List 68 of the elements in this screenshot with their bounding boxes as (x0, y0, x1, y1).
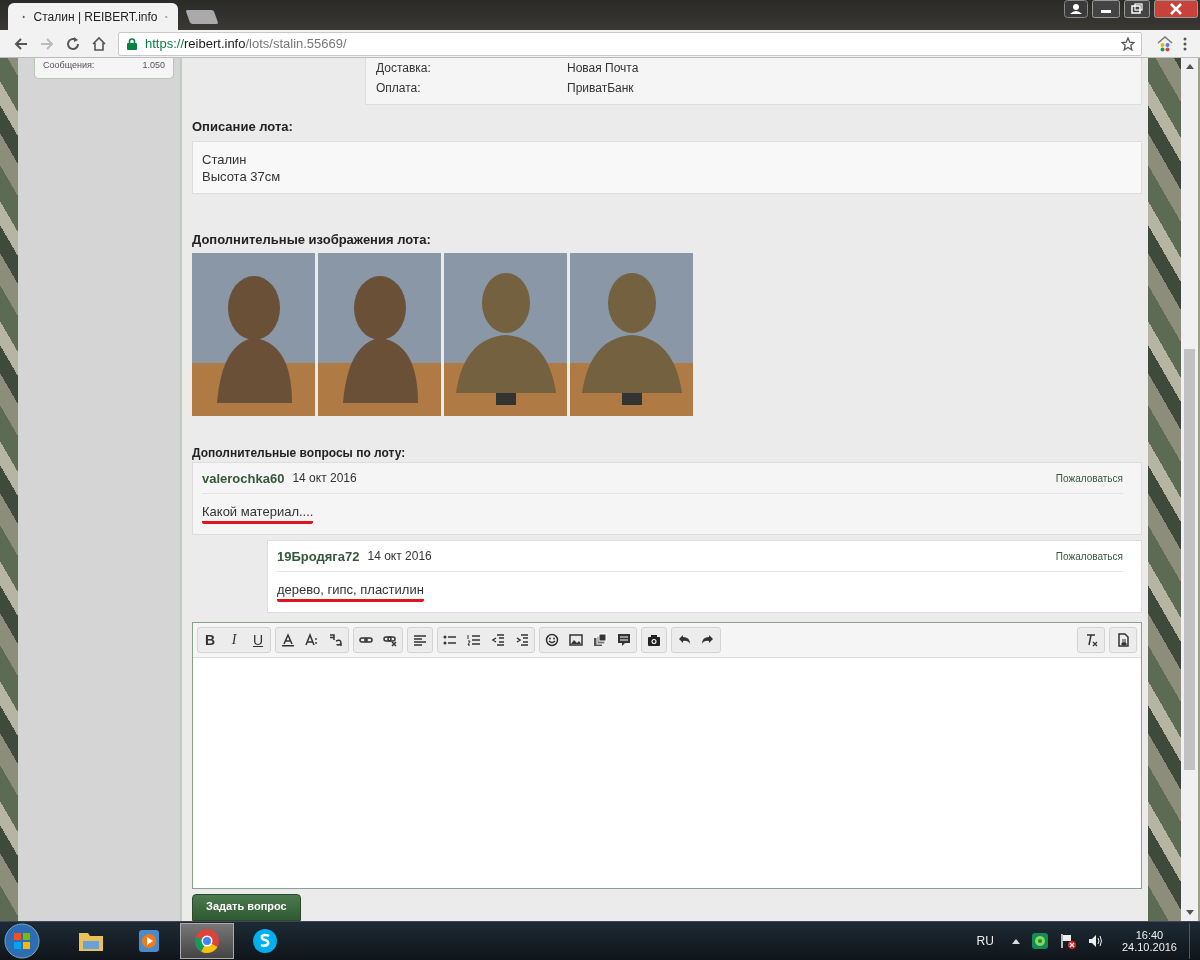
post-date: 14 окт 2016 (367, 549, 432, 563)
media-icon (593, 633, 607, 647)
author-link[interactable]: 19Бродяга72 (277, 548, 360, 564)
submit-button[interactable]: Задать вопрос (192, 894, 301, 921)
align-left-icon (413, 633, 427, 647)
url-text: https://reibert.info/lots/stalin.55669/ (145, 36, 348, 51)
section-heading: Описание лота: (192, 119, 294, 134)
author-link[interactable]: valerochka60 (202, 470, 285, 486)
unlink-icon (383, 633, 397, 647)
new-tab-button[interactable] (185, 10, 219, 24)
photo-placeholder[interactable] (192, 253, 315, 416)
clock-time[interactable]: 16:40 (1135, 929, 1164, 941)
extension-icon[interactable] (1157, 35, 1173, 52)
restore-icon[interactable] (1124, 0, 1150, 18)
scroll-thumb[interactable] (1184, 349, 1195, 770)
back-icon[interactable] (13, 35, 29, 52)
detail-label: Доставка: (376, 61, 432, 75)
menu-icon[interactable] (1183, 36, 1187, 51)
home-icon[interactable] (91, 35, 107, 52)
detail-value: Новая Почта (567, 61, 639, 75)
address-bar[interactable]: https://reibert.info/lots/stalin.55669/ (118, 31, 1142, 56)
flag-icon[interactable] (1059, 933, 1076, 949)
source-mode-icon (1116, 633, 1130, 647)
stat-value: 1.050 (142, 60, 165, 70)
description-text: Сталин (202, 151, 248, 168)
tray-expand-icon[interactable] (1011, 938, 1020, 944)
taskbar-app[interactable] (180, 923, 234, 959)
section-heading: Дополнительные изображения лота: (192, 232, 432, 247)
camera-icon (647, 633, 661, 647)
numbered-list-icon (467, 633, 481, 647)
user-icon[interactable] (1064, 0, 1088, 18)
message-text: Какой материал.... (202, 504, 314, 524)
stat-label: Сообщения: (43, 60, 95, 70)
underline-button[interactable]: U (246, 628, 270, 652)
tab-title: Сталин | REIBERT.info (33, 9, 158, 24)
smiley-icon (545, 633, 559, 647)
reload-icon[interactable] (65, 35, 81, 52)
minimize-icon[interactable] (1092, 0, 1120, 18)
description-text: Высота 37см (202, 168, 282, 185)
network-status-icon[interactable] (1031, 933, 1048, 949)
report-link[interactable]: Пожаловаться (1055, 550, 1123, 562)
report-link[interactable]: Пожаловаться (1055, 472, 1123, 484)
star-icon[interactable] (1121, 36, 1135, 51)
photo-placeholder[interactable] (318, 253, 441, 416)
scroll-up-icon[interactable] (1185, 64, 1194, 69)
clock-date[interactable]: 24.10.2016 (1121, 941, 1177, 953)
outdent-icon (491, 633, 505, 647)
post-date: 14 окт 2016 (292, 471, 357, 485)
lock-icon (127, 37, 137, 50)
font-size-icon (305, 633, 319, 647)
image-icon (569, 633, 583, 647)
italic-button[interactable]: I (222, 628, 246, 652)
scrollbar[interactable] (1181, 58, 1198, 921)
message-text: дерево, гипс, пластилин (277, 582, 424, 602)
detail-value: ПриватБанк (567, 81, 634, 95)
scroll-down-icon[interactable] (1185, 910, 1194, 915)
bullet-list-icon (443, 633, 457, 647)
section-heading: Дополнительные вопросы по лоту: (192, 446, 407, 460)
clear-format-icon (1084, 633, 1098, 647)
detail-label: Оплата: (376, 81, 422, 95)
start-icon[interactable] (4, 923, 40, 959)
browser-tab[interactable]: Сталин | REIBERT.info (8, 3, 178, 30)
speaker-icon[interactable] (1087, 933, 1104, 949)
bold-button[interactable]: B (198, 628, 222, 652)
indent-icon (515, 633, 529, 647)
text-color-icon (281, 633, 295, 647)
quote-icon (617, 633, 631, 647)
language-indicator[interactable]: RU (976, 934, 994, 948)
